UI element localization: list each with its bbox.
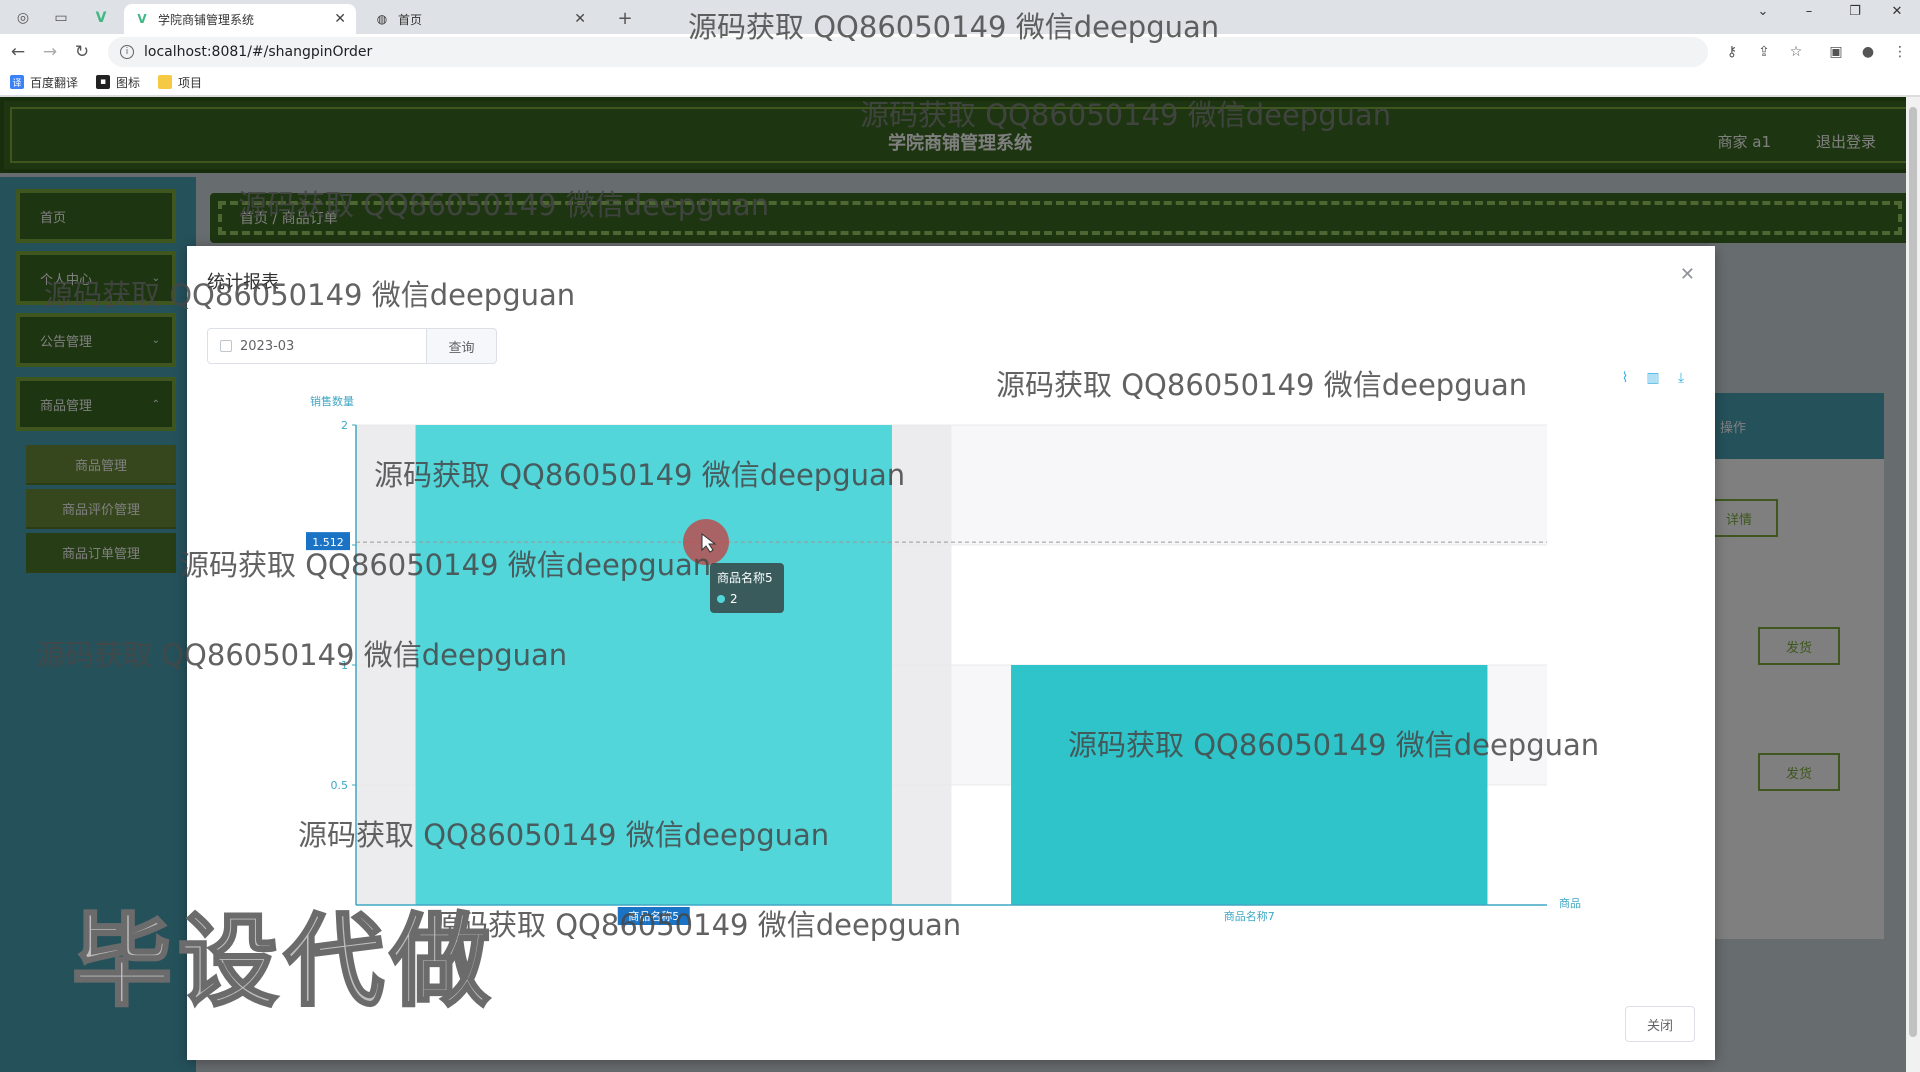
y-axis-title: 销售数量 [310,394,354,408]
bookmark-label: 图标 [116,75,141,90]
y-tick-label: 2 [341,419,348,432]
url-text: localhost:8081/#/shangpinOrder [144,44,373,60]
share-icon[interactable]: ⇪ [1752,40,1776,64]
page-scrollbar[interactable] [1906,97,1920,1072]
watermark-text: 源码获取 QQ86050149 微信deepguan [36,638,568,672]
translate-icon: 译 [10,75,24,89]
profile-icon[interactable]: ● [1856,40,1880,64]
bookmark-item[interactable]: ▪ 图标 [96,74,140,91]
info-icon[interactable]: i [120,45,134,59]
vue-logo-icon: V [137,12,147,26]
watermark-big: 毕设代做 [71,902,496,1022]
browser-tab[interactable]: ◍ 首页 ✕ [364,4,596,34]
tab-search-icon[interactable]: ◎ [8,5,38,31]
scrollbar-thumb[interactable] [1909,107,1917,1037]
watermark-text: 源码获取 QQ86050149 微信deepguan [238,188,770,222]
bookmark-item[interactable]: 译百度翻译 [10,74,78,91]
watermark-text: 源码获取 QQ86050149 微信deepguan [996,368,1528,402]
watermark-text: 源码获取 QQ86050149 微信deepguan [374,458,906,492]
tooltip-marker [717,595,725,603]
bookmark-label: 项目 [178,75,203,90]
star-icon[interactable]: ☆ [1784,40,1808,64]
tab-list-icon[interactable]: ⌄ [1740,0,1786,22]
bar [1011,665,1488,905]
new-tab-button[interactable]: + [610,5,640,31]
restore-icon[interactable]: ❐ [1832,0,1878,22]
watermark-text: 源码获取 QQ86050149 微信deepguan [180,548,712,582]
x-axis-title: 商品 [1559,896,1581,910]
close-window-icon[interactable]: ✕ [1874,0,1920,22]
bookmarks-bar: 译百度翻译 ▪ 图标 项目 [0,70,210,94]
close-tab-icon[interactable]: ✕ [574,11,586,27]
forward-icon[interactable]: → [36,38,64,66]
tab-title: 首页 [398,12,423,27]
sidepanel-icon[interactable]: ▣ [1824,40,1848,64]
browser-tab-active[interactable]: V 学院商铺管理系统 ✕ [124,4,356,34]
globe-icon: ◍ [376,12,388,26]
back-icon[interactable]: ← [4,38,32,66]
folder-icon [158,75,173,89]
x-tick-label: 商品名称7 [1224,909,1275,923]
watermark-text: 源码获取 QQ86050149 微信deepguan [430,908,962,942]
watermark-text: 源码获取 QQ86050149 微信deepguan [1068,728,1600,762]
minimize-icon[interactable]: – [1786,0,1832,22]
bookmark-label: 百度翻译 [30,75,79,90]
bookmark-item[interactable]: 项目 [158,74,202,91]
y-tick-label: 0.5 [331,779,349,792]
blank-tab-icon[interactable]: ▭ [46,5,76,31]
close-tab-icon[interactable]: ✕ [334,11,346,27]
watermark-text: 源码获取 QQ86050149 微信deepguan [298,818,830,852]
sales-bar-chart: 0.511.52商品名称5商品名称7销售数量商品1.512商品名称52 [306,394,1581,925]
watermark-text: 源码获取 QQ86050149 微信deepguan [688,10,1220,44]
tooltip-title: 商品名称5 [717,570,773,585]
reload-icon[interactable]: ↻ [68,38,96,66]
key-icon[interactable]: ⚷ [1720,40,1744,64]
close-button[interactable]: 关闭 [1625,1006,1695,1042]
tab-title: 学院商铺管理系统 [158,12,255,27]
image-icon: ▪ [96,75,111,89]
menu-icon[interactable]: ⋮ [1888,40,1912,64]
watermark-text: 源码获取 QQ86050149 微信deepguan [860,98,1392,132]
watermark-text: 源码获取 QQ86050149 微信deepguan [44,278,576,312]
vue-tab-icon[interactable]: V [86,5,116,31]
tooltip-value: 2 [730,592,738,606]
